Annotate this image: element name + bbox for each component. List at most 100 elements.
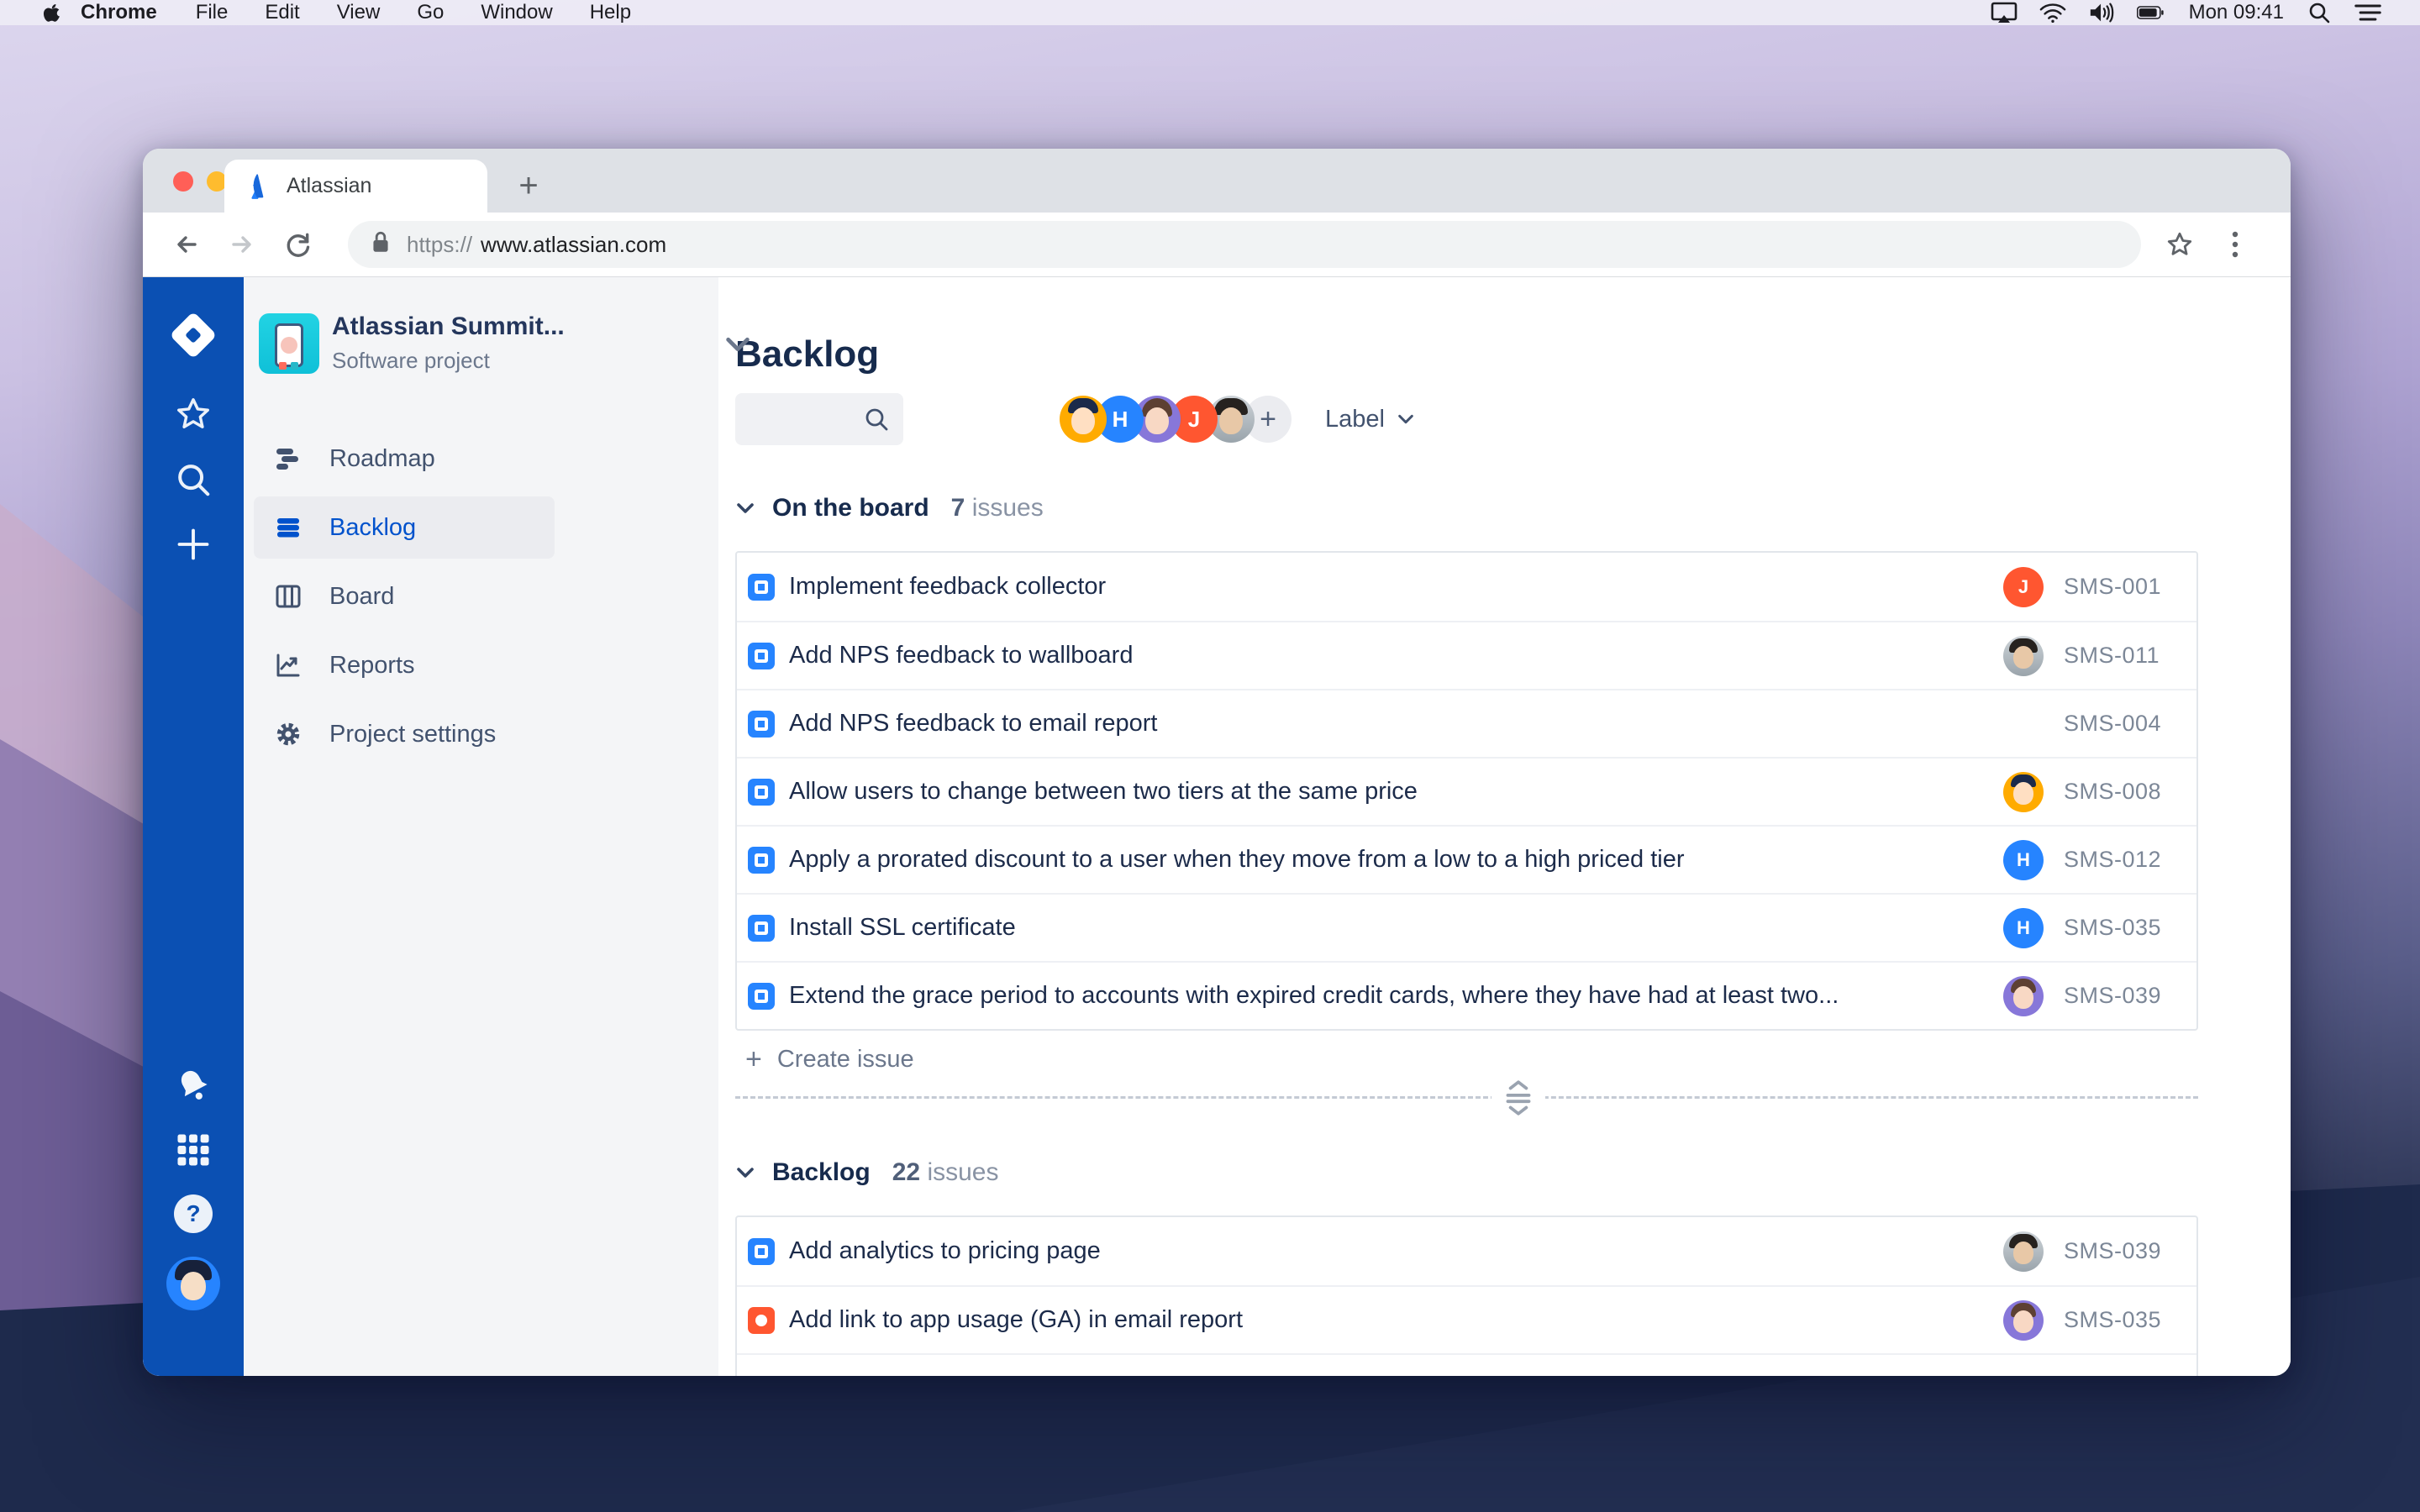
issue-row[interactable]: Extend the grace period to accounts with… [737,961,2196,1029]
create-issue-button[interactable]: + Create issue [735,1036,2198,1083]
url-host: www.atlassian.com [481,231,667,257]
address-bar[interactable]: https:// www.atlassian.com [348,221,2141,268]
assignee-avatar-purple-cartoon[interactable] [2003,1299,2044,1341]
menu-file[interactable]: File [196,0,229,25]
sidebar-item-label: Roadmap [329,444,435,472]
assignee-avatar-h[interactable]: H [2003,907,2044,948]
issue-count: 22 [892,1158,921,1186]
project-name: Atlassian Summit... [332,312,565,340]
issue-row[interactable]: Add link to app usage (GA) in email repo… [737,1285,2196,1353]
board-search-input[interactable] [735,393,903,445]
new-tab-button[interactable]: + [510,167,547,204]
wifi-icon[interactable] [2039,0,2066,25]
jira-logo-icon[interactable] [169,311,218,360]
menu-edit[interactable]: Edit [265,0,299,25]
board-backlog-divider [735,1079,2198,1117]
label-filter-text: Label [1325,405,1385,433]
issue-key: SMS-012 [2064,847,2162,872]
search-icon [865,408,888,431]
story-type-icon [748,982,775,1010]
filter-bar: H J + Label [735,393,2198,445]
menu-go[interactable]: Go [417,0,444,25]
search-icon[interactable] [174,460,213,499]
sidebar-item-project-settings[interactable]: Project settings [254,703,555,765]
tab-title: Atlassian [287,174,372,197]
reload-button[interactable] [276,223,319,266]
story-type-icon [748,846,775,874]
page-title: Backlog [735,333,880,375]
browser-tab-strip: Atlassian + [143,149,2291,213]
assignee-avatar-photo-man[interactable] [2003,635,2044,676]
sidebar-item-board[interactable]: Board [254,565,555,627]
control-list-icon[interactable] [2354,0,2381,25]
issue-count-word: issues [927,1158,999,1186]
menu-app-name[interactable]: Chrome [81,0,157,25]
lock-icon [370,229,392,260]
volume-icon[interactable] [2088,0,2115,25]
help-icon[interactable]: ? [174,1194,213,1233]
label-filter-dropdown[interactable]: Label [1325,406,1415,433]
issue-key: SMS-039 [2064,983,2162,1008]
sidebar-item-reports[interactable]: Reports [254,634,555,696]
assignee-avatar-photo-man[interactable] [2003,1231,2044,1272]
sidebar-item-backlog[interactable]: Backlog [254,496,555,559]
issue-title: Extend the grace period to accounts with… [789,982,1839,1009]
assignee-avatar-j[interactable]: J [2003,566,2044,607]
close-window-button[interactable] [173,171,193,192]
avatar-orange-cartoon[interactable] [1060,396,1107,443]
issue-key: SMS-035 [2064,915,2162,940]
user-avatar[interactable] [166,1257,220,1310]
project-chevron-down-icon[interactable] [723,334,752,359]
section-title[interactable]: On the board [772,494,929,522]
story-type-icon [748,1237,775,1265]
issue-row-clipped [737,1353,2196,1376]
project-type: Software project [332,348,490,373]
issue-row[interactable]: Add analytics to pricing page SMS-039 [737,1217,2196,1285]
issue-count-word: issues [971,494,1044,522]
issue-title: Apply a prorated discount to a user when… [789,846,1685,873]
project-avatar [259,312,319,374]
assignee-avatar-purple-cartoon[interactable] [2003,975,2044,1016]
issue-row[interactable]: Allow users to change between two tiers … [737,757,2196,825]
menu-bar-clock[interactable]: Mon 09:41 [2189,1,2284,24]
spotlight-search-icon[interactable] [2306,0,2333,25]
issue-key: SMS-039 [2064,1238,2162,1263]
assignee-avatar-empty [2003,704,2044,744]
create-icon[interactable] [175,526,212,563]
issue-row[interactable]: Apply a prorated discount to a user when… [737,825,2196,893]
issue-row[interactable]: Implement feedback collector J SMS-001 [737,553,2196,621]
sidebar-item-label: Reports [329,651,415,679]
assignee-avatar-orange-cartoon[interactable] [2003,771,2044,812]
section-collapse-icon[interactable] [735,501,755,516]
back-button[interactable] [165,223,208,266]
bookmark-star-icon[interactable] [2158,223,2202,266]
sidebar-item-roadmap[interactable]: Roadmap [254,428,555,490]
screen-mirroring-icon[interactable] [1991,0,2018,25]
assignee-avatar-h[interactable]: H [2003,839,2044,880]
issue-key: SMS-004 [2064,711,2162,736]
notifications-bell-icon[interactable] [174,1067,213,1104]
story-type-icon [748,914,775,942]
issue-title: Add link to app usage (GA) in email repo… [789,1306,1243,1333]
apple-menu-icon[interactable] [42,0,64,25]
issue-row[interactable]: Add NPS feedback to email report SMS-004 [737,689,2196,757]
browser-menu-icon[interactable] [2213,223,2257,266]
project-switcher[interactable]: Atlassian Summit... Software project [259,312,750,374]
app-switcher-icon[interactable] [176,1132,211,1168]
issue-row[interactable]: Add NPS feedback to wallboard SMS-011 [737,621,2196,689]
starred-icon[interactable] [174,395,213,433]
menu-window[interactable]: Window [481,0,552,25]
resize-drag-handle[interactable] [1491,1079,1545,1117]
browser-tab-atlassian[interactable]: Atlassian [224,160,487,213]
issue-row[interactable]: Install SSL certificate H SMS-035 [737,893,2196,961]
issue-key: SMS-011 [2064,643,2160,668]
issue-title: Add analytics to pricing page [789,1237,1101,1264]
project-nav: Roadmap Backlog Board Reports Project se… [244,428,718,765]
menu-help[interactable]: Help [590,0,631,25]
menu-view[interactable]: View [337,0,381,25]
forward-button[interactable] [220,223,264,266]
section-collapse-icon[interactable] [735,1165,755,1180]
jira-app: ? Atlassian Summit... Software project R… [143,277,2291,1376]
section-title[interactable]: Backlog [772,1158,871,1187]
battery-icon[interactable] [2136,0,2164,25]
